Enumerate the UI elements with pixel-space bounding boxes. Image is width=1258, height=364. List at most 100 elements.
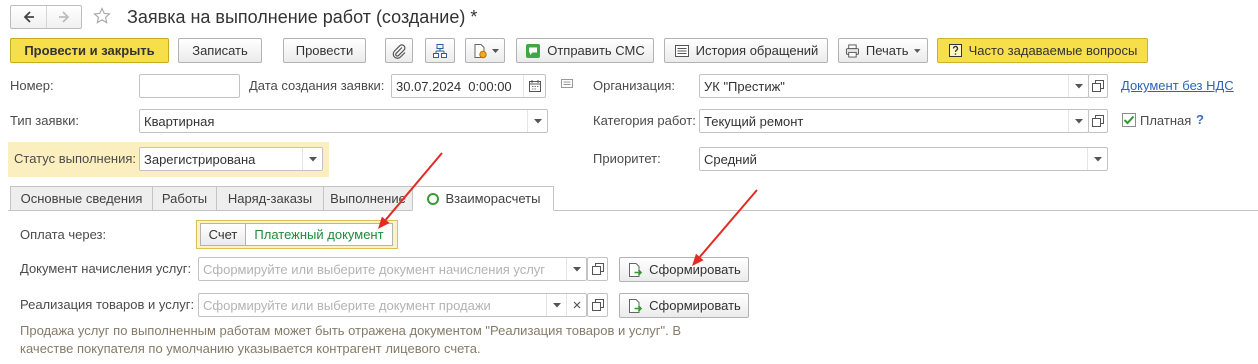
sales-document-clear-button[interactable] xyxy=(566,294,586,316)
work-category-field xyxy=(699,109,1089,133)
tab-bar: Основные сведения Работы Наряд-заказы Вы… xyxy=(10,186,554,211)
calendar-button[interactable] xyxy=(523,75,545,97)
number-input[interactable] xyxy=(140,75,239,97)
created-date-input[interactable] xyxy=(392,75,523,97)
attach-button[interactable] xyxy=(385,38,413,63)
generate-sales-label: Сформировать xyxy=(649,298,741,313)
request-type-label: Тип заявки: xyxy=(10,113,79,128)
accrual-document-open-button[interactable] xyxy=(587,257,608,281)
post-button[interactable]: Провести xyxy=(283,38,366,63)
tab-execution[interactable]: Выполнение xyxy=(323,186,412,211)
generate-sales-button[interactable]: Сформировать xyxy=(619,293,749,318)
hint-text-line-2: качестве покупателя по умолчанию указыва… xyxy=(20,341,481,356)
request-type-dropdown-button[interactable] xyxy=(527,110,547,132)
organization-input[interactable] xyxy=(700,75,1068,97)
arrow-left-icon xyxy=(23,11,34,23)
create-based-on-button[interactable] xyxy=(465,38,505,63)
request-type-field xyxy=(139,109,548,133)
work-category-open-button[interactable] xyxy=(1088,109,1108,133)
generate-document-icon xyxy=(629,298,643,313)
annotation-arrow xyxy=(692,189,758,266)
send-sms-button[interactable]: Отправить СМС xyxy=(516,38,654,63)
chevron-down-icon xyxy=(308,156,317,161)
arrow-right-icon xyxy=(59,11,70,23)
no-vat-document-link[interactable]: Документ без НДС xyxy=(1121,78,1234,94)
history-button[interactable]: История обращений xyxy=(664,38,828,63)
calendar-icon xyxy=(528,80,541,92)
sales-document-field xyxy=(198,293,587,317)
sales-document-dropdown-button[interactable] xyxy=(546,294,566,316)
open-icon xyxy=(1092,115,1104,127)
send-sms-label: Отправить СМС xyxy=(547,43,645,58)
history-navigation xyxy=(10,5,82,29)
back-button[interactable] xyxy=(11,6,46,28)
accrual-document-label: Документ начисления услуг: xyxy=(20,261,192,276)
forward-button[interactable] xyxy=(46,6,81,28)
question-icon xyxy=(948,44,962,57)
status-input[interactable] xyxy=(140,148,302,170)
star-icon[interactable] xyxy=(93,7,111,25)
print-button[interactable]: Печать xyxy=(838,38,928,63)
priority-label: Приоритет: xyxy=(593,151,661,166)
request-type-input[interactable] xyxy=(140,110,527,132)
accrual-document-input[interactable] xyxy=(199,258,566,280)
tab-main-info[interactable]: Основные сведения xyxy=(10,186,152,211)
tab-settlements[interactable]: Взаиморасчеты xyxy=(412,186,554,211)
page-title: Заявка на выполнение работ (создание) * xyxy=(127,7,478,27)
chevron-down-icon xyxy=(552,302,561,307)
chevron-down-icon xyxy=(1093,156,1102,161)
generate-document-icon xyxy=(629,262,643,277)
priority-field xyxy=(699,147,1108,171)
paid-checkbox[interactable] xyxy=(1122,113,1136,127)
sales-document-open-button[interactable] xyxy=(587,293,608,317)
checkmark-icon xyxy=(1123,115,1135,125)
printer-icon xyxy=(845,43,859,58)
work-category-dropdown-button[interactable] xyxy=(1068,110,1088,132)
payment-via-options: Счет Платежный документ xyxy=(200,223,394,246)
paid-help-link[interactable]: ? xyxy=(1196,112,1204,128)
accrual-document-field xyxy=(198,257,587,281)
sales-document-input[interactable] xyxy=(199,294,546,316)
accrual-document-dropdown-button[interactable] xyxy=(566,258,586,280)
comment-icon[interactable] xyxy=(561,79,573,89)
chevron-down-icon xyxy=(1074,118,1083,123)
history-label: История обращений xyxy=(695,43,819,58)
structure-button[interactable] xyxy=(425,38,455,63)
save-button[interactable]: Записать xyxy=(178,38,262,63)
tab-settlements-label: Взаиморасчеты xyxy=(445,191,541,206)
chevron-down-icon xyxy=(1074,83,1083,88)
organization-open-button[interactable] xyxy=(1088,74,1108,98)
created-date-label: Дата создания заявки: xyxy=(249,78,385,93)
created-date-field xyxy=(391,74,546,98)
number-label: Номер: xyxy=(10,78,54,93)
chevron-down-icon xyxy=(572,266,581,271)
organization-dropdown-button[interactable] xyxy=(1068,75,1088,97)
hint-text-line-1: Продажа услуг по выполненным работам мож… xyxy=(20,323,682,338)
faq-button[interactable]: Часто задаваемые вопросы xyxy=(937,38,1148,63)
chevron-down-icon xyxy=(914,48,921,53)
sales-document-label: Реализация товаров и услуг: xyxy=(20,297,195,312)
work-category-label: Категория работ: xyxy=(593,113,696,128)
work-category-input[interactable] xyxy=(700,110,1068,132)
list-icon xyxy=(674,44,689,57)
payment-via-payment-doc-option[interactable]: Платежный документ xyxy=(245,223,393,246)
number-field xyxy=(139,74,240,98)
green-circle-icon xyxy=(426,192,439,205)
paid-label: Платная xyxy=(1140,113,1192,128)
priority-dropdown-button[interactable] xyxy=(1087,148,1107,170)
tab-works[interactable]: Работы xyxy=(152,186,216,211)
open-icon xyxy=(591,299,604,311)
faq-label: Часто задаваемые вопросы xyxy=(968,43,1138,58)
tab-work-orders[interactable]: Наряд-заказы xyxy=(216,186,323,211)
chevron-down-icon xyxy=(533,118,542,123)
post-and-close-button[interactable]: Провести и закрыть xyxy=(10,38,169,63)
generate-accrual-button[interactable]: Сформировать xyxy=(619,257,749,282)
priority-input[interactable] xyxy=(700,148,1087,170)
status-label: Статус выполнения: xyxy=(14,151,137,166)
payment-via-label: Оплата через: xyxy=(20,227,107,242)
status-dropdown-button[interactable] xyxy=(302,148,322,170)
payment-via-invoice-option[interactable]: Счет xyxy=(200,223,245,246)
organization-label: Организация: xyxy=(593,78,676,93)
print-label: Печать xyxy=(865,43,909,58)
payment-via-switch: Счет Платежный документ xyxy=(196,220,398,249)
